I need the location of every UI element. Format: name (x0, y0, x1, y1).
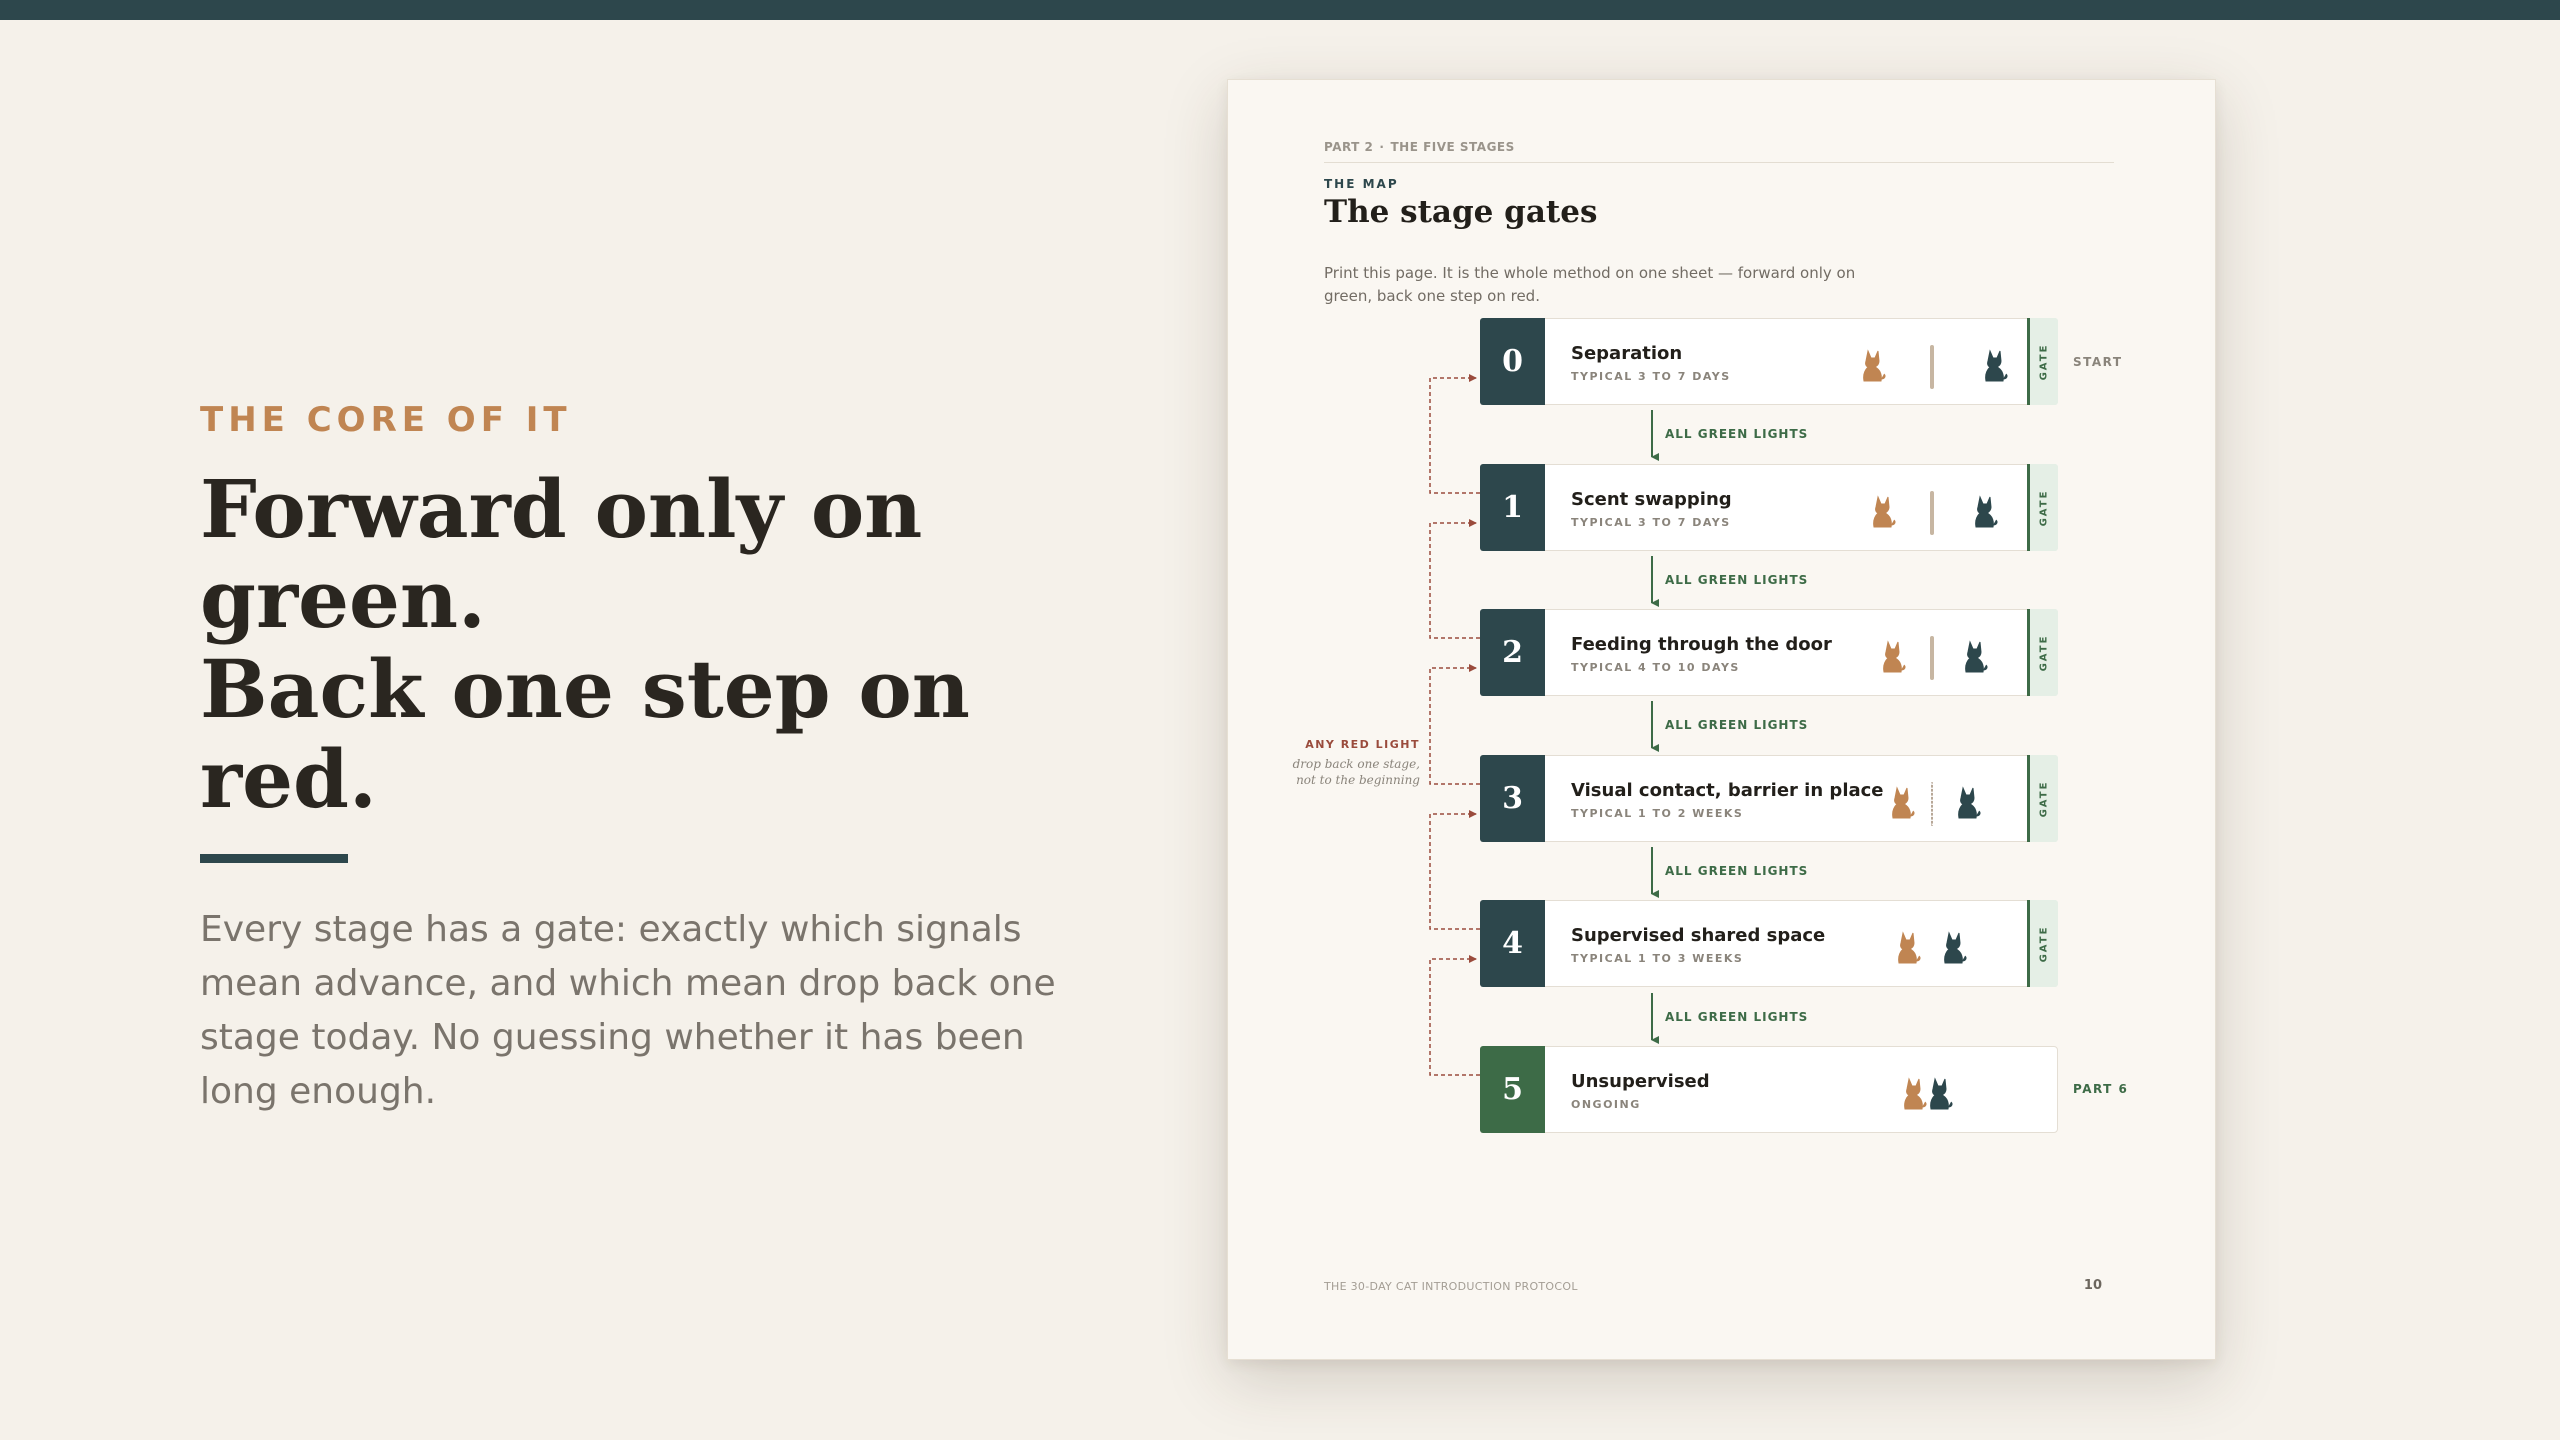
barrier-dotted-icon (1931, 782, 1933, 826)
drop-back-arrows (1429, 374, 1480, 1076)
sitting-cat-icon (1892, 786, 1915, 819)
stage-card-1: 1 Scent swapping TYPICAL 3 TO 7 DAYS GAT… (1480, 464, 2058, 551)
gate-marker: GATE (2027, 755, 2058, 842)
gate-label: GATE (2038, 780, 2050, 817)
headline-line: green. (200, 552, 486, 646)
stage-name: Supervised shared space (1571, 925, 1826, 946)
stage-duration: TYPICAL 4 TO 10 DAYS (1571, 661, 1740, 674)
stage-number: 1 (1480, 464, 1545, 551)
advance-label: ALL GREEN LIGHTS (1665, 427, 1809, 441)
vertical-barrier-icon (1930, 345, 1934, 389)
stage-card-5: 5 Unsupervised ONGOING (1480, 1046, 2058, 1133)
headline-underline (200, 854, 348, 863)
headline-line: Forward only on (200, 462, 923, 556)
arrow-right-icon (1429, 664, 1480, 785)
slide-body: Every stage has a gate: exactly which si… (200, 909, 1056, 1112)
stage-card-0: 0 Separation TYPICAL 3 TO 7 DAYS GATE (1480, 318, 2058, 405)
arrow-right-icon (1429, 374, 1480, 494)
gate-label: GATE (2038, 634, 2050, 671)
stage-number: 5 (1480, 1046, 1545, 1133)
start-label: START (2073, 355, 2123, 369)
sitting-cat-icon (1965, 640, 1988, 673)
stage-duration: TYPICAL 3 TO 7 DAYS (1571, 516, 1731, 529)
gate-label: GATE (2038, 343, 2050, 380)
sitting-cat-icon (1904, 1077, 1927, 1110)
gate-marker: GATE (2027, 464, 2058, 551)
red-light-note: drop back one stage, not to the beginnin… (1292, 757, 1420, 787)
arrow-right-icon (1429, 519, 1480, 639)
stage-card-4: 4 Supervised shared space TYPICAL 1 TO 3… (1480, 900, 2058, 987)
advance-label: ALL GREEN LIGHTS (1665, 1010, 1809, 1024)
gate-label: GATE (2038, 925, 2050, 962)
slide-text-panel: THE CORE OF IT Forward only on green. Ba… (200, 400, 1060, 1119)
stage-name: Scent swapping (1571, 489, 1732, 510)
document-page: PART 2 · THE FIVE STAGES THE MAP The stage… (1227, 79, 2216, 1360)
headline-line: red. (200, 732, 377, 826)
stage-number: 3 (1480, 755, 1545, 842)
sitting-cat-icon (1883, 640, 1906, 673)
sitting-cat-icon (1898, 931, 1921, 964)
sitting-cat-icon (1975, 495, 1998, 528)
stage-duration: TYPICAL 1 TO 3 WEEKS (1571, 952, 1744, 965)
stage-name: Unsupervised (1571, 1071, 1710, 1092)
sitting-cat-icon (1985, 349, 2008, 382)
document-footer: THE 30-DAY CAT INTRODUCTION PROTOCOL (1324, 1280, 1578, 1293)
advance-label: ALL GREEN LIGHTS (1665, 718, 1809, 732)
stage-number: 4 (1480, 900, 1545, 987)
sitting-cat-icon (1944, 931, 1967, 964)
arrow-right-icon (1429, 810, 1480, 930)
red-light-title: ANY RED LIGHT (1305, 738, 1420, 751)
advance-label: ALL GREEN LIGHTS (1665, 864, 1809, 878)
sitting-cat-icon (1930, 1077, 1953, 1110)
advance-label: ALL GREEN LIGHTS (1665, 573, 1809, 587)
slide-headline: Forward only on green. Back one step on … (200, 464, 1060, 824)
headline-line: Back one step on (200, 642, 970, 736)
sitting-cat-icon (1958, 786, 1981, 819)
sitting-cat-icon (1863, 349, 1886, 382)
stage-number: 0 (1480, 318, 1545, 405)
slide-eyebrow: THE CORE OF IT (200, 400, 572, 440)
stage-name: Feeding through the door (1571, 634, 1832, 655)
gate-marker: GATE (2027, 318, 2058, 405)
top-accent-bar (0, 0, 2560, 20)
gate-marker: GATE (2027, 609, 2058, 696)
stage-name: Separation (1571, 343, 1683, 364)
part-six-label: PART 6 (2073, 1082, 2129, 1096)
stage-card-2: 2 Feeding through the door TYPICAL 4 TO … (1480, 609, 2058, 696)
gate-label: GATE (2038, 489, 2050, 526)
stage-card-3: 3 Visual contact, barrier in place TYPIC… (1480, 755, 2058, 842)
gate-marker: GATE (2027, 900, 2058, 987)
stage-duration: TYPICAL 3 TO 7 DAYS (1571, 370, 1731, 383)
vertical-barrier-icon (1930, 636, 1934, 680)
stage-duration: ONGOING (1571, 1098, 1641, 1111)
vertical-barrier-icon (1930, 491, 1934, 535)
stage-number: 2 (1480, 609, 1545, 696)
page-number: 10 (2083, 1278, 2102, 1293)
arrow-right-icon (1429, 955, 1480, 1076)
stage-name: Visual contact, barrier in place (1571, 780, 1884, 801)
sitting-cat-icon (1873, 495, 1896, 528)
stage-duration: TYPICAL 1 TO 2 WEEKS (1571, 807, 1744, 820)
